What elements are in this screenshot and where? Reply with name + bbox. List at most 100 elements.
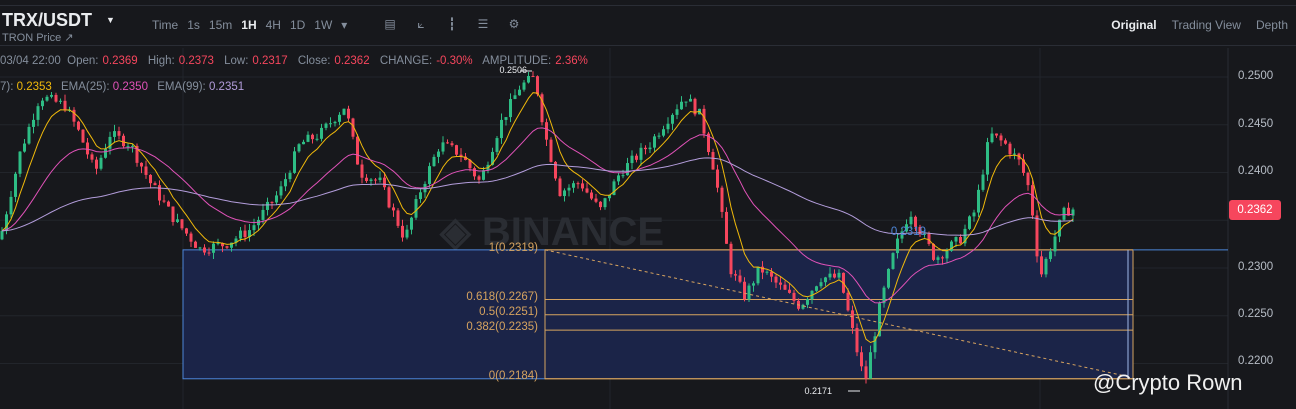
candle-body [671,114,674,124]
candle-body [729,243,733,275]
candle-body [27,126,31,144]
candle-body [216,242,220,244]
fib-label: 0.5(0.2251) [479,306,538,318]
candle-body [306,134,310,142]
candle-body [513,95,517,100]
candle-body [77,121,80,130]
candle-body [63,100,67,111]
candle-body [387,187,391,208]
candle-body [896,238,899,254]
candle-body [360,164,364,178]
candle-body [563,190,566,197]
candle-body [297,144,301,152]
candle-body [846,292,850,311]
candle-body [504,117,508,120]
candle-body [806,299,809,305]
low-value: 0.2317 [252,55,288,67]
candle-body [18,151,22,174]
candle-body [473,168,476,177]
candle-body [891,253,895,269]
candle-body [594,198,598,202]
candle-body [441,142,445,152]
candle-body [23,143,26,152]
candle-body [509,99,512,118]
candle-body [32,119,35,127]
candle-body [315,138,319,140]
candle-body [396,210,400,226]
y-tick: 0.2400 [1238,165,1274,177]
candle-body [869,352,872,379]
candle-body [864,366,868,379]
candle-body [225,246,229,248]
high-marker: 0.2506 [499,65,527,75]
candle-body [968,216,971,229]
candle-body [576,183,580,185]
candle-body [738,275,742,282]
fib-label: 0.382(0.2235) [466,321,538,333]
candle-body [581,183,584,189]
candle-body [977,189,980,213]
candle-body [860,352,863,367]
amplitude-value: 2.36% [555,55,588,67]
candle-body [162,200,166,202]
candle-body [716,169,719,188]
candle-body [770,271,773,277]
candle-body [189,233,193,242]
candle-body [338,114,341,122]
candle-body [167,201,170,207]
candle-body [194,241,197,248]
candle-body [126,146,130,148]
candle-body [36,106,40,120]
candle-body [414,199,418,218]
candle-body [261,209,265,220]
candle-body [356,136,359,165]
candle-body [329,123,332,125]
candle-body [383,177,386,188]
candle-body [45,96,49,101]
candle-body [774,276,778,283]
candle-body [653,136,656,148]
candle-body [1053,236,1057,252]
candle-body [347,108,350,119]
candle-body [725,211,728,244]
candle-body [572,183,575,188]
candle-body [401,225,404,238]
candle-body [959,236,962,244]
candle-body [981,174,985,190]
candle-body [279,186,283,196]
candle-body [950,241,953,251]
ema25-value: 0.2350 [112,81,148,93]
candle-body [954,236,958,242]
candle-body [675,109,679,115]
candle-body [140,162,143,167]
candle-body [662,129,665,136]
candle-body [1058,219,1061,237]
ema25-label: EMA(25): [61,81,110,93]
candle-body [446,142,449,144]
candle-body [558,178,562,197]
candle-body [432,156,436,167]
candle-body [113,131,116,137]
candle-body [342,108,346,115]
candle-body [117,131,121,136]
candle-body [779,282,782,285]
candle-body [198,247,202,249]
candle-body [243,230,247,238]
candle-body [599,201,602,208]
candle-body [455,145,458,155]
candle-body [293,151,296,173]
candle-body [365,177,368,182]
candle-body [549,139,553,162]
level-marker: 0.2319 [890,226,926,238]
candle-body [203,247,206,253]
candle-body [131,145,134,147]
candle-body [909,216,913,225]
candle-body [104,148,107,158]
candle-body [518,89,521,96]
fib-label: 0(0.2184) [488,370,538,382]
candle-body [684,101,688,103]
candle-body [378,177,382,180]
candle-body [41,100,44,107]
candle-body [545,122,548,140]
candle-body [522,82,526,90]
